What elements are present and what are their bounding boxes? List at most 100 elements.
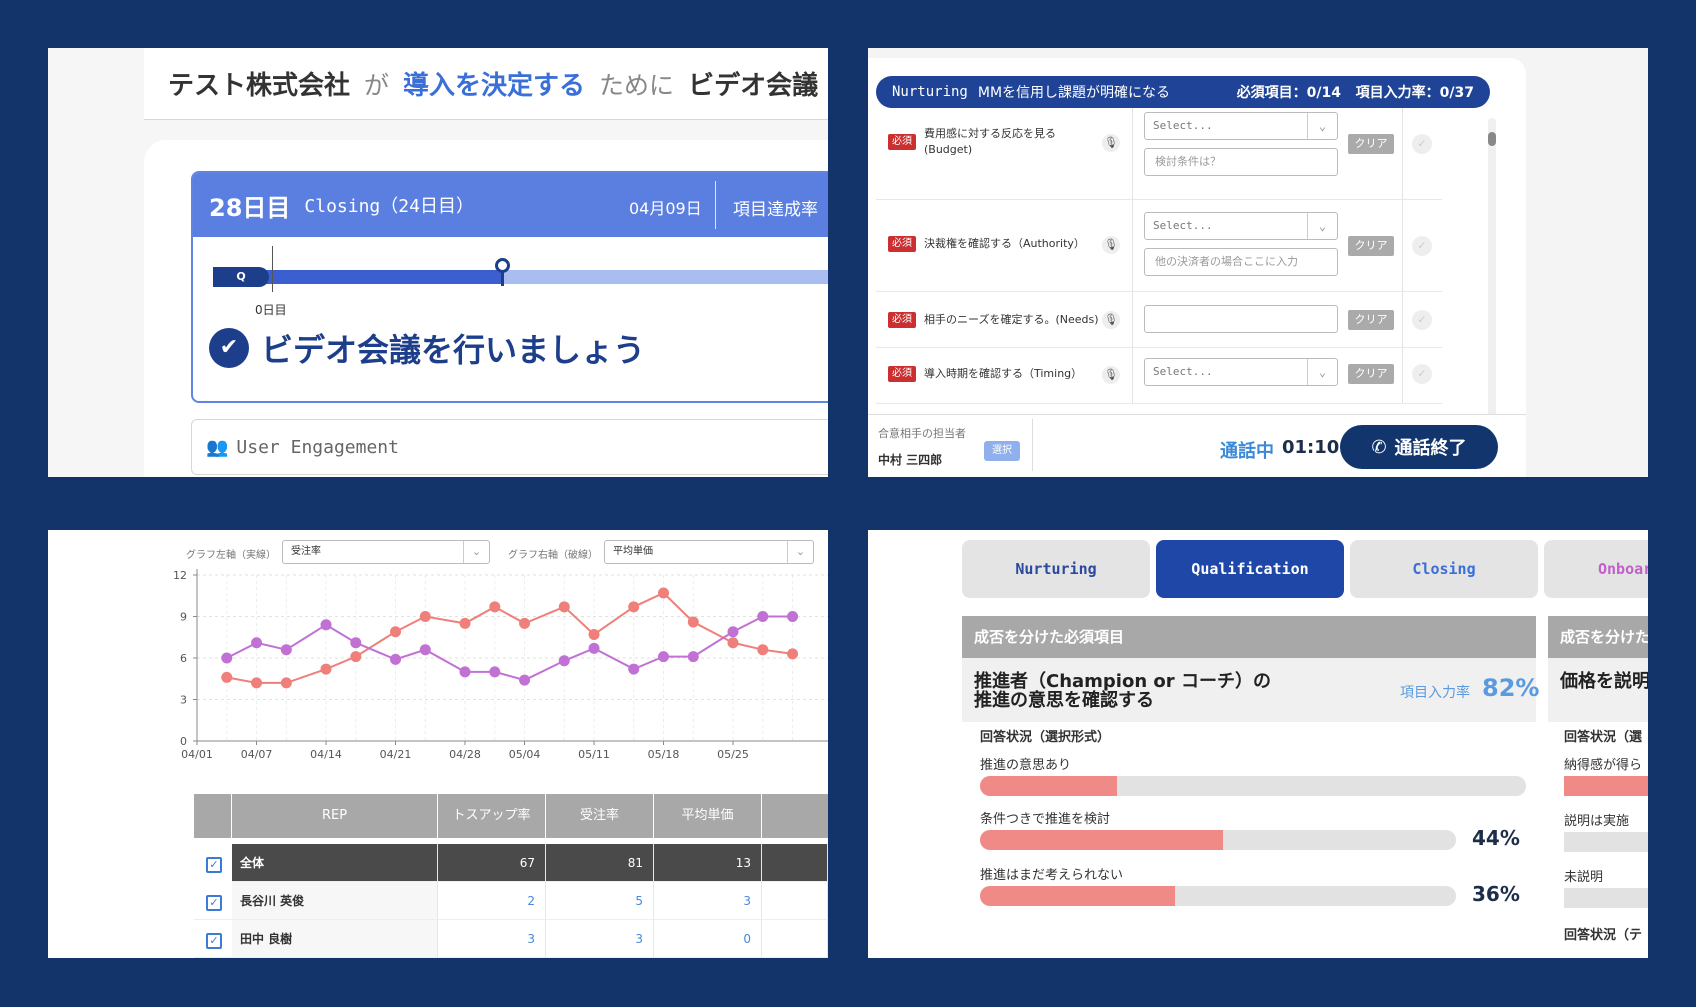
answer-bar-fill [980, 776, 1117, 796]
clear-button[interactable]: クリア [1348, 364, 1394, 384]
cell[interactable]: 2 [438, 882, 546, 920]
row-checkbox[interactable]: ✓ [206, 895, 222, 911]
item-label: 決裁権を確認する（Authority） [924, 237, 1085, 250]
clear-button[interactable]: クリア [1348, 236, 1394, 256]
cell[interactable]: 0 [654, 920, 762, 958]
row-checkbox[interactable]: ✓ [206, 933, 222, 949]
clear-button[interactable]: クリア [1348, 134, 1394, 154]
answer-bar [980, 886, 1456, 906]
data-point [251, 637, 263, 649]
option-label: 推進の意思あり [980, 758, 1072, 773]
day-count: 28日目 [209, 193, 291, 222]
select-assignee-button[interactable]: 選択 [984, 441, 1020, 461]
end-call-button[interactable]: ✆ 通話終了 [1340, 425, 1498, 469]
divider [1132, 108, 1133, 199]
required-badge: 必須 [888, 312, 916, 328]
row-checkbox[interactable]: ✓ [206, 857, 222, 873]
clear-button[interactable]: クリア [1348, 310, 1394, 330]
cell[interactable]: 3 [438, 920, 546, 958]
x-tick-label: 04/21 [380, 748, 412, 761]
cell[interactable]: 3 [654, 882, 762, 920]
data-point [390, 626, 402, 638]
data-point [251, 677, 263, 689]
mic-icon[interactable]: 🎙 [1102, 236, 1120, 254]
cell: 81 [546, 844, 654, 882]
answer-percent: 44% [1472, 826, 1520, 850]
answers-label: 回答状況（選択形式） [980, 730, 1111, 745]
data-point [459, 666, 471, 678]
data-point [519, 617, 531, 629]
chevron-down-icon: ⌄ [1307, 113, 1337, 139]
answer-bar-fill [1564, 776, 1648, 796]
line-chart: 0 3 6 9 12 04/01 04/07 04/14 04/21 04/28 05/04 05/1… [173, 569, 828, 761]
check-icon[interactable]: ✓ [1412, 364, 1432, 384]
cell[interactable]: 3 [546, 920, 654, 958]
needs-input[interactable] [1144, 305, 1338, 333]
win-factor-panel: Nurturing Qualification Closing Onboar 成… [868, 530, 1648, 958]
series-line [226, 591, 793, 684]
x-tick-label: 05/25 [717, 748, 749, 761]
rate-label: 項目達成率 [733, 200, 818, 220]
users-icon: 👥 [206, 436, 229, 458]
data-point [628, 663, 640, 675]
phase-label: Nurturing [892, 84, 968, 100]
check-icon[interactable]: ✓ [1412, 236, 1432, 256]
tab-qualification[interactable]: Qualification [1156, 540, 1344, 598]
zero-day-label: 0日目 [255, 303, 287, 317]
scrollbar[interactable] [1488, 118, 1496, 448]
data-point [280, 644, 292, 656]
answer-select[interactable]: Select... ⌄ [1144, 358, 1338, 386]
answer-bar [1564, 776, 1648, 796]
divider [715, 181, 716, 229]
data-point [658, 651, 670, 663]
data-point [489, 601, 501, 613]
assignee-name: 中村 三四郎 [878, 453, 943, 467]
cell [762, 882, 828, 920]
checklist-title: MMを信用し課題が明確になる [977, 85, 1171, 101]
mic-icon[interactable]: 🎙 [1102, 311, 1120, 329]
particle-text: が [364, 70, 390, 100]
cell: 13 [654, 844, 762, 882]
rate-label: 項目入力率 [1400, 685, 1470, 701]
tab-closing[interactable]: Closing [1350, 540, 1538, 598]
data-point [320, 619, 332, 631]
option-label: 未説明 [1564, 870, 1604, 885]
tab-nurturing[interactable]: Nurturing [962, 540, 1150, 598]
analytics-panel: グラフ左軸（実線） 受注率 ⌄ グラフ右軸（破線） 平均単価 ⌄ 0 3 6 9 12 04/… [48, 530, 828, 958]
company-name: テスト株式会社 [168, 71, 351, 101]
next-action-message: ✔ ビデオ会議を行いましょう [209, 325, 645, 371]
answer-select[interactable]: Select... ⌄ [1144, 112, 1338, 140]
message-text: ビデオ会議を行いましょう [261, 331, 646, 369]
item-label: 費用感に対する反応を見る (Budget) [924, 127, 1056, 156]
particle-text: ために [599, 70, 675, 100]
engagement-section[interactable]: 👥 User Engagement [191, 419, 828, 475]
today-pin-stem [501, 272, 505, 286]
data-point [787, 648, 799, 660]
tab-onboarding[interactable]: Onboar [1544, 540, 1648, 598]
x-tick-label: 05/11 [578, 748, 610, 761]
answer-bar [1564, 888, 1648, 908]
answer-select[interactable]: Select... ⌄ [1144, 212, 1338, 240]
answer-bar [980, 776, 1526, 796]
x-tick-label: 04/07 [241, 748, 273, 761]
question-box: 価格を説明 [1548, 658, 1648, 722]
scrollbar-thumb[interactable] [1488, 132, 1496, 146]
divider [1132, 348, 1133, 403]
mic-icon[interactable]: 🎙 [1102, 134, 1120, 152]
select-value: Select... [1153, 219, 1213, 232]
mic-icon[interactable]: 🎙 [1102, 366, 1120, 384]
data-point [390, 653, 402, 665]
y-tick-label: 9 [180, 611, 187, 624]
option-label: 推進はまだ考えられない [980, 868, 1124, 883]
other-approver-input[interactable]: 他の決済者の場合ここに入力 [1144, 248, 1338, 276]
answers-label: 回答状況（選 [1564, 730, 1643, 745]
required-count: 必須項目：0/14 [1236, 85, 1342, 101]
check-icon[interactable]: ✓ [1412, 310, 1432, 330]
phase-label: Closing（24日目） [304, 196, 474, 217]
end-call-label: 通話終了 [1394, 438, 1467, 459]
series-line [226, 615, 793, 682]
check-icon[interactable]: ✓ [1412, 134, 1432, 154]
required-badge: 必須 [888, 134, 916, 150]
condition-input[interactable]: 検討条件は？ [1144, 148, 1338, 176]
cell[interactable]: 5 [546, 882, 654, 920]
